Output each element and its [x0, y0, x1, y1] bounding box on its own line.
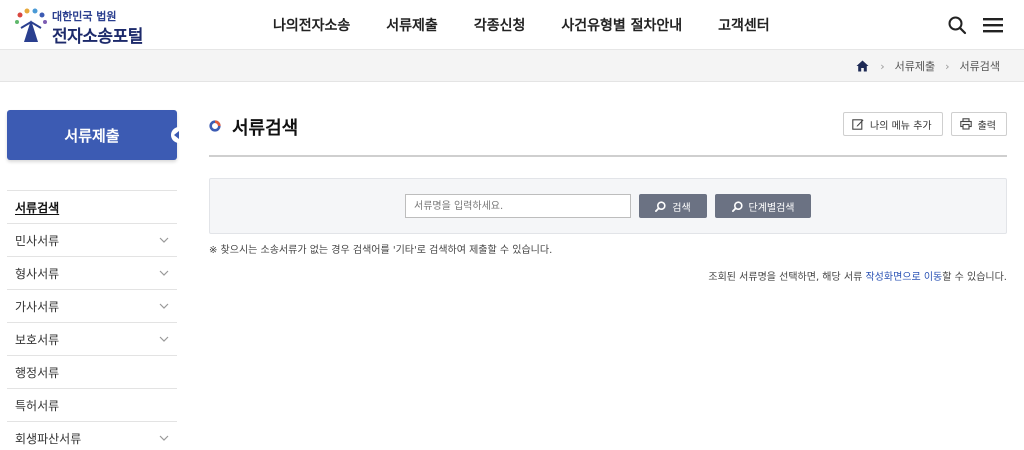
- chevron-down-icon: [159, 433, 169, 443]
- sidebar-menu: 서류검색 민사서류 형사서류 가사서류 보호서류 행정서류 특허서류 회생파산서…: [7, 190, 177, 450]
- sidebar-item-label: 회생파산서류: [15, 431, 82, 446]
- header-tools: [944, 12, 1006, 38]
- breadcrumb-item-current[interactable]: 서류검색: [960, 58, 1000, 74]
- document-search-input[interactable]: [405, 194, 631, 218]
- sidebar-title-label: 서류제출: [64, 126, 120, 145]
- print-label: 출력: [977, 120, 996, 132]
- sidebar-item-administrative[interactable]: 행정서류: [7, 356, 177, 389]
- step-search-button-label: 단계별검색: [748, 202, 795, 214]
- result-info-text-end: 할 수 있습니다.: [942, 272, 1007, 283]
- search-icon[interactable]: [944, 12, 970, 38]
- sidebar-item-protection[interactable]: 보호서류: [7, 323, 177, 356]
- nav-document-submit[interactable]: 서류제출: [386, 15, 438, 35]
- page-header: 서류검색 나의 메뉴 추가 출력: [209, 110, 1007, 157]
- print-button[interactable]: 출력: [950, 112, 1007, 136]
- sidebar-item-family[interactable]: 가사서류: [7, 290, 177, 323]
- sidebar-item-bankruptcy[interactable]: 회생파산서류: [7, 422, 177, 450]
- collapse-tab-icon[interactable]: [171, 127, 183, 143]
- sidebar-item-label: 형사서류: [15, 266, 60, 281]
- result-info-text: 조회된 서류명을 선택하면, 해당 서류: [708, 272, 866, 283]
- search-button-label: 검색: [672, 202, 691, 214]
- sidebar-item-patent[interactable]: 특허서류: [7, 389, 177, 422]
- breadcrumb-item[interactable]: 서류제출: [895, 58, 935, 74]
- menu-icon[interactable]: [980, 12, 1006, 38]
- home-icon[interactable]: [856, 59, 870, 73]
- sidebar-item-criminal[interactable]: 형사서류: [7, 257, 177, 290]
- page-title: 서류검색: [232, 118, 299, 139]
- sidebar-item-label: 행정서류: [15, 365, 60, 380]
- breadcrumb-bar: › 서류제출 › 서류검색: [0, 50, 1024, 82]
- chevron-down-icon: [159, 334, 169, 344]
- search-icon: [655, 200, 666, 212]
- chevron-right-icon: ›: [880, 59, 885, 73]
- breadcrumb: › 서류제출 › 서류검색: [856, 50, 1000, 82]
- chevron-down-icon: [159, 268, 169, 278]
- search-icon: [731, 200, 743, 212]
- court-emblem-icon: [15, 8, 47, 42]
- sidebar-item-label: 민사서류: [15, 233, 60, 248]
- edit-icon: [852, 119, 864, 130]
- sidebar-item-label: 특허서류: [15, 398, 60, 413]
- add-my-menu-button[interactable]: 나의 메뉴 추가: [843, 112, 943, 136]
- chevron-right-icon: ›: [945, 59, 950, 73]
- logo-title: 전자소송포털: [52, 27, 143, 47]
- sidebar-item-label: 가사서류: [15, 299, 60, 314]
- page-actions: 나의 메뉴 추가 출력: [843, 112, 1007, 136]
- sidebar-item-document-search[interactable]: 서류검색: [7, 191, 177, 224]
- chevron-down-icon: [159, 301, 169, 311]
- nav-applications[interactable]: 각종신청: [474, 15, 526, 35]
- search-panel: 검색 단계별검색: [209, 178, 1007, 234]
- add-my-menu-label: 나의 메뉴 추가: [870, 120, 932, 132]
- logo[interactable]: 대한민국 법원 전자소송포털: [12, 6, 162, 47]
- sidebar-item-label: 보호서류: [15, 332, 60, 347]
- sidebar-title: 서류제출: [7, 110, 183, 160]
- chevron-down-icon: [159, 235, 169, 245]
- print-icon: [959, 118, 972, 130]
- nav-procedure-guide[interactable]: 사건유형별 절차안내: [561, 15, 682, 35]
- nav-my-ecourt[interactable]: 나의전자소송: [273, 15, 350, 35]
- result-info: 조회된 서류명을 선택하면, 해당 서류 작성화면으로 이동할 수 있습니다.: [708, 268, 1007, 283]
- title-bullet-icon: [209, 120, 221, 132]
- result-info-highlight: 작성화면으로 이동: [865, 272, 943, 283]
- search-button[interactable]: 검색: [639, 194, 707, 218]
- search-note: ※ 찾으시는 소송서류가 없는 경우 검색어를 '기타'로 검색하여 제출할 수…: [209, 245, 553, 256]
- header: 대한민국 법원 전자소송포털 나의전자소송 서류제출 각종신청 사건유형별 절차…: [0, 0, 1024, 50]
- sidebar-item-label: 서류검색: [15, 200, 60, 215]
- nav-customer-center[interactable]: 고객센터: [718, 15, 770, 35]
- main-nav: 나의전자소송 서류제출 각종신청 사건유형별 절차안내 고객센터: [255, 0, 788, 50]
- sidebar-item-civil[interactable]: 민사서류: [7, 224, 177, 257]
- step-search-button[interactable]: 단계별검색: [715, 194, 811, 218]
